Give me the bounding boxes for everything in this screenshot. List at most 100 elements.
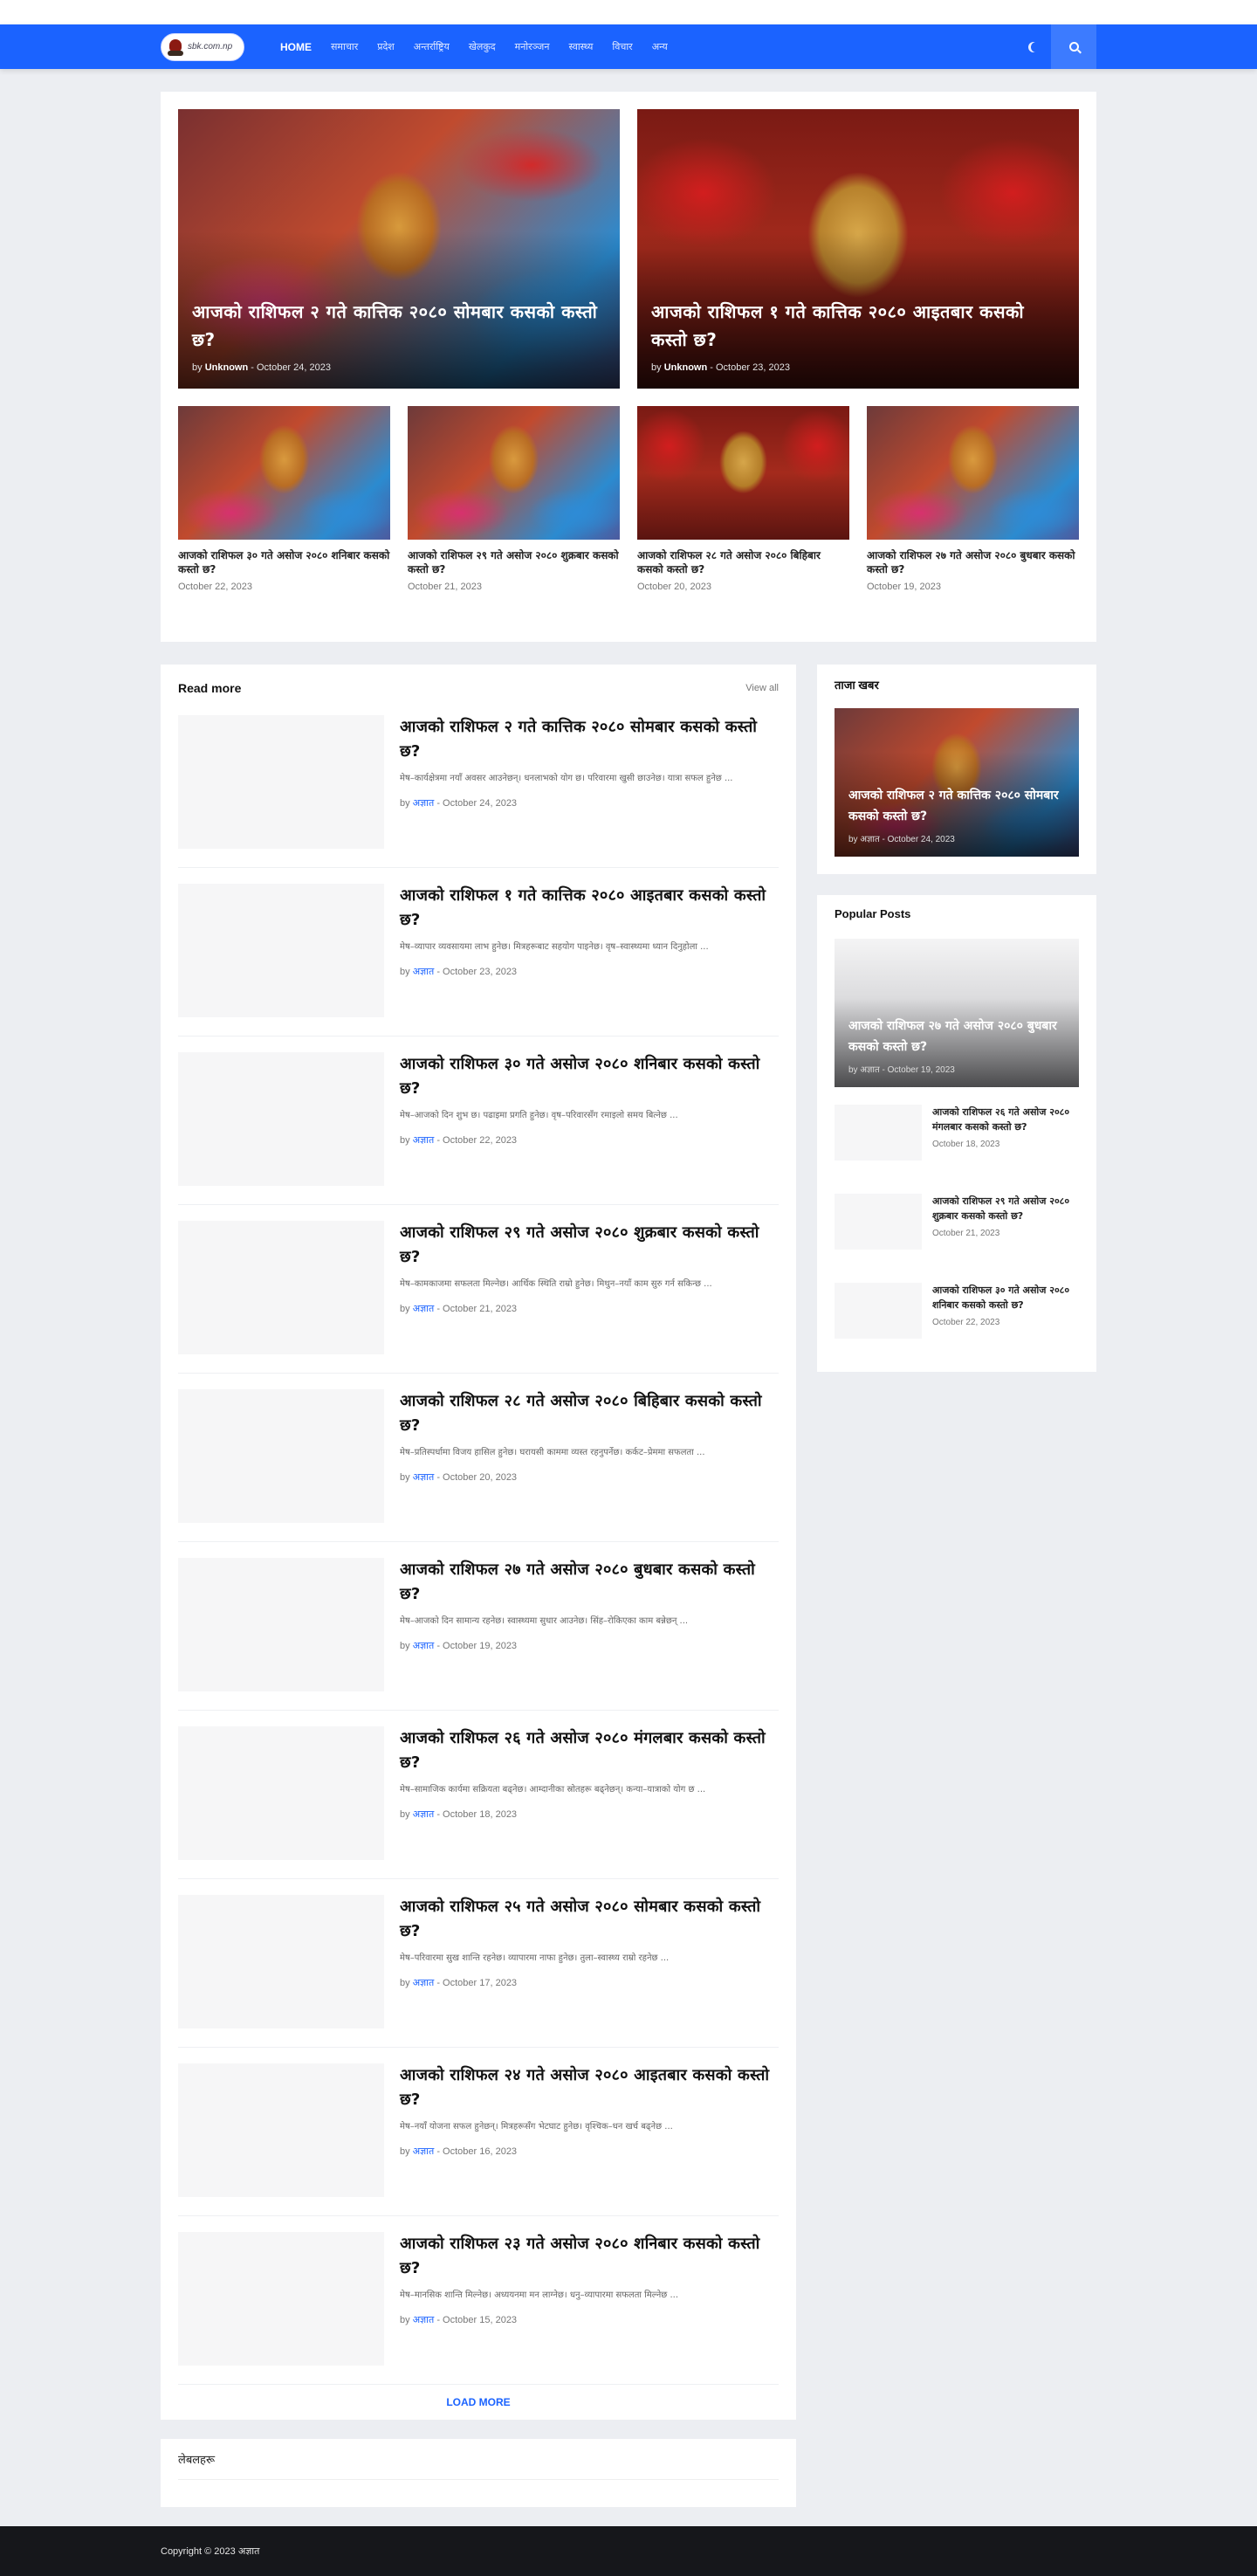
post-title[interactable]: आजको राशिफल २६ गते असोज २०८० मंगलबार कसक…: [400, 1726, 779, 1775]
post-thumbnail[interactable]: [178, 1558, 384, 1691]
post-title[interactable]: आजको राशिफल २७ गते असोज २०८० बुधबार कसको…: [400, 1558, 779, 1607]
author-link[interactable]: अज्ञात: [413, 1641, 435, 1651]
top-strip: [0, 0, 1257, 24]
featured-title[interactable]: आजको राशिफल १ गते कात्तिक २०८० आइतबार कस…: [651, 298, 1065, 354]
view-all-link[interactable]: View all: [745, 683, 779, 693]
nav-item[interactable]: स्वास्थ्य: [559, 40, 602, 53]
date: October 20, 2023: [443, 1472, 518, 1483]
post-thumbnail[interactable]: [178, 715, 384, 849]
post-date: October 20, 2023: [637, 582, 712, 592]
post-thumbnail[interactable]: [178, 1052, 384, 1186]
post-title[interactable]: आजको राशिफल ३० गते असोज २०८० शनिबार कसको…: [932, 1283, 1079, 1312]
post-title[interactable]: आजको राशिफल २८ गते असोज २०८० बिहिबार कसक…: [637, 548, 849, 576]
post-thumbnail[interactable]: [178, 1895, 384, 2028]
post-excerpt: मेष–परिवारमा सुख शान्ति रहनेछ। व्यापारमा…: [400, 1953, 670, 1963]
post-thumbnail[interactable]: [178, 884, 384, 1017]
main-menu: HOME समाचार प्रदेश अन्तर्राष्ट्रिय खेलकु…: [271, 40, 677, 53]
nav-item[interactable]: मनोरञ्जन: [505, 40, 560, 53]
author-link[interactable]: अज्ञात: [413, 2146, 435, 2157]
nav-item[interactable]: समाचार: [321, 40, 367, 53]
sidebar-hero-post[interactable]: आजको राशिफल २ गते कात्तिक २०८० सोमबार कस…: [835, 708, 1079, 857]
post-list-item[interactable]: आजको राशिफल ३० गते असोज २०८० शनिबार कसको…: [178, 1037, 779, 1205]
dark-mode-toggle[interactable]: [1016, 24, 1051, 69]
post-title[interactable]: आजको राशिफल २९ गते असोज २०८० शुक्रबार कस…: [400, 1221, 779, 1270]
author-link[interactable]: अज्ञात: [413, 1809, 435, 1820]
author-link[interactable]: अज्ञात: [413, 2315, 435, 2325]
author-link[interactable]: अज्ञात: [413, 798, 435, 809]
nav-item[interactable]: खेलकुद: [459, 40, 505, 53]
popular-post-item[interactable]: आजको राशिफल ३० गते असोज २०८० शनिबार कसको…: [835, 1283, 1079, 1354]
date: October 23, 2023: [715, 362, 790, 373]
nav-item[interactable]: अन्तर्राष्ट्रिय: [404, 40, 459, 53]
post-list-item[interactable]: आजको राशिफल २ गते कात्तिक २०८० सोमबार कस…: [178, 699, 779, 868]
post-thumbnail[interactable]: [178, 406, 390, 540]
date: October 17, 2023: [443, 1978, 518, 1988]
post-title[interactable]: आजको राशिफल २९ गते असोज २०८० शुक्रबार कस…: [408, 548, 620, 576]
author-link[interactable]: अज्ञात: [413, 1472, 435, 1483]
post-thumbnail[interactable]: [178, 1726, 384, 1860]
post-title[interactable]: आजको राशिफल २४ गते असोज २०८० आइतबार कसको…: [400, 2063, 779, 2112]
post-excerpt: मेष–आजको दिन सामान्य रहनेछ। स्वास्थ्यमा …: [400, 1616, 689, 1626]
post-thumbnail[interactable]: [835, 1283, 922, 1339]
post-list-item[interactable]: आजको राशिफल २६ गते असोज २०८० मंगलबार कसक…: [178, 1711, 779, 1879]
post-list-item[interactable]: आजको राशिफल २३ गते असोज २०८० शनिबार कसको…: [178, 2216, 779, 2385]
post-thumbnail[interactable]: [178, 1389, 384, 1523]
nav-item[interactable]: अन्य: [642, 40, 677, 53]
post-list-item[interactable]: आजको राशिफल २४ गते असोज २०८० आइतबार कसको…: [178, 2048, 779, 2216]
post-title[interactable]: आजको राशिफल ३० गते असोज २०८० शनिबार कसको…: [178, 548, 390, 576]
popular-hero-post[interactable]: आजको राशिफल २७ गते असोज २०८० बुधबार कसको…: [835, 939, 1079, 1087]
popular-post-item[interactable]: आजको राशिफल २६ गते असोज २०८० मंगलबार कसक…: [835, 1105, 1079, 1176]
nav-item-home[interactable]: HOME: [271, 41, 321, 53]
author-link[interactable]: अज्ञात: [413, 1978, 435, 1988]
date: October 24, 2023: [887, 835, 955, 844]
post-title[interactable]: आजको राशिफल २ गते कात्तिक २०८० सोमबार कस…: [400, 715, 779, 764]
post-list-item[interactable]: आजको राशिफल २५ गते असोज २०८० सोमबार कसको…: [178, 1879, 779, 2048]
post-title[interactable]: आजको राशिफल २३ गते असोज २०८० शनिबार कसको…: [400, 2232, 779, 2281]
post-list-item[interactable]: आजको राशिफल २९ गते असोज २०८० शुक्रबार कस…: [178, 1205, 779, 1374]
post-title[interactable]: आजको राशिफल ३० गते असोज २०८० शनिबार कसको…: [400, 1052, 779, 1101]
featured-big-card[interactable]: आजको राशिफल १ गते कात्तिक २०८० आइतबार कस…: [637, 109, 1079, 389]
featured-small-card[interactable]: आजको राशिफल २७ गते असोज २०८० बुधबार कसको…: [867, 406, 1079, 592]
featured-small-card[interactable]: आजको राशिफल २८ गते असोज २०८० बिहिबार कसक…: [637, 406, 849, 592]
date: October 21, 2023: [443, 1304, 518, 1314]
site-logo[interactable]: sbk.com.np: [161, 32, 244, 61]
post-thumbnail[interactable]: [835, 1105, 922, 1161]
load-more-button[interactable]: LOAD MORE: [178, 2385, 779, 2420]
post-meta: by अज्ञात - October 18, 2023: [400, 1809, 518, 1820]
post-title[interactable]: आजको राशिफल १ गते कात्तिक २०८० आइतबार कस…: [400, 884, 779, 933]
post-excerpt: मेष–कार्यक्षेत्रमा नयाँ अवसर आउनेछन्। धन…: [400, 774, 733, 783]
post-list-item[interactable]: आजको राशिफल २७ गते असोज २०८० बुधबार कसको…: [178, 1542, 779, 1711]
post-title[interactable]: आजको राशिफल २७ गते असोज २०८० बुधबार कसको…: [867, 548, 1079, 576]
popular-post-item[interactable]: आजको राशिफल २९ गते असोज २०८० शुक्रबार कस…: [835, 1194, 1079, 1265]
date: October 15, 2023: [443, 2315, 518, 2325]
search-button[interactable]: [1051, 24, 1096, 69]
post-title[interactable]: आजको राशिफल २७ गते असोज २०८० बुधबार कसको…: [848, 1016, 1065, 1057]
post-thumbnail[interactable]: [178, 2063, 384, 2197]
post-meta: by अज्ञात - October 24, 2023: [848, 835, 955, 844]
featured-big-card[interactable]: आजको राशिफल २ गते कात्तिक २०८० सोमबार कस…: [178, 109, 620, 389]
post-thumbnail[interactable]: [408, 406, 620, 540]
featured-small-card[interactable]: आजको राशिफल २९ गते असोज २०८० शुक्रबार कस…: [408, 406, 620, 592]
post-title[interactable]: आजको राशिफल २९ गते असोज २०८० शुक्रबार कस…: [932, 1194, 1079, 1223]
author-link[interactable]: अज्ञात: [413, 967, 435, 977]
post-thumbnail[interactable]: [178, 1221, 384, 1354]
author-link[interactable]: अज्ञात: [413, 1135, 435, 1146]
author-link[interactable]: अज्ञात: [413, 1304, 435, 1314]
featured-title[interactable]: आजको राशिफल २ गते कात्तिक २०८० सोमबार कस…: [192, 298, 606, 354]
nav-item[interactable]: विचार: [602, 40, 642, 53]
post-title[interactable]: आजको राशिफल २५ गते असोज २०८० सोमबार कसको…: [400, 1895, 779, 1944]
date: October 23, 2023: [443, 967, 518, 977]
post-title[interactable]: आजको राशिफल २ गते कात्तिक २०८० सोमबार कस…: [848, 785, 1065, 827]
date: October 19, 2023: [887, 1065, 955, 1075]
post-meta: by अज्ञात - October 21, 2023: [400, 1304, 518, 1314]
featured-small-card[interactable]: आजको राशिफल ३० गते असोज २०८० शनिबार कसको…: [178, 406, 390, 592]
post-thumbnail[interactable]: [637, 406, 849, 540]
post-list-item[interactable]: आजको राशिफल १ गते कात्तिक २०८० आइतबार कस…: [178, 868, 779, 1037]
post-list-item[interactable]: आजको राशिफल २८ गते असोज २०८० बिहिबार कसक…: [178, 1374, 779, 1542]
post-thumbnail[interactable]: [867, 406, 1079, 540]
post-title[interactable]: आजको राशिफल २८ गते असोज २०८० बिहिबार कसक…: [400, 1389, 779, 1438]
post-title[interactable]: आजको राशिफल २६ गते असोज २०८० मंगलबार कसक…: [932, 1105, 1079, 1134]
nav-item[interactable]: प्रदेश: [367, 40, 404, 53]
post-thumbnail[interactable]: [178, 2232, 384, 2366]
post-thumbnail[interactable]: [835, 1194, 922, 1250]
